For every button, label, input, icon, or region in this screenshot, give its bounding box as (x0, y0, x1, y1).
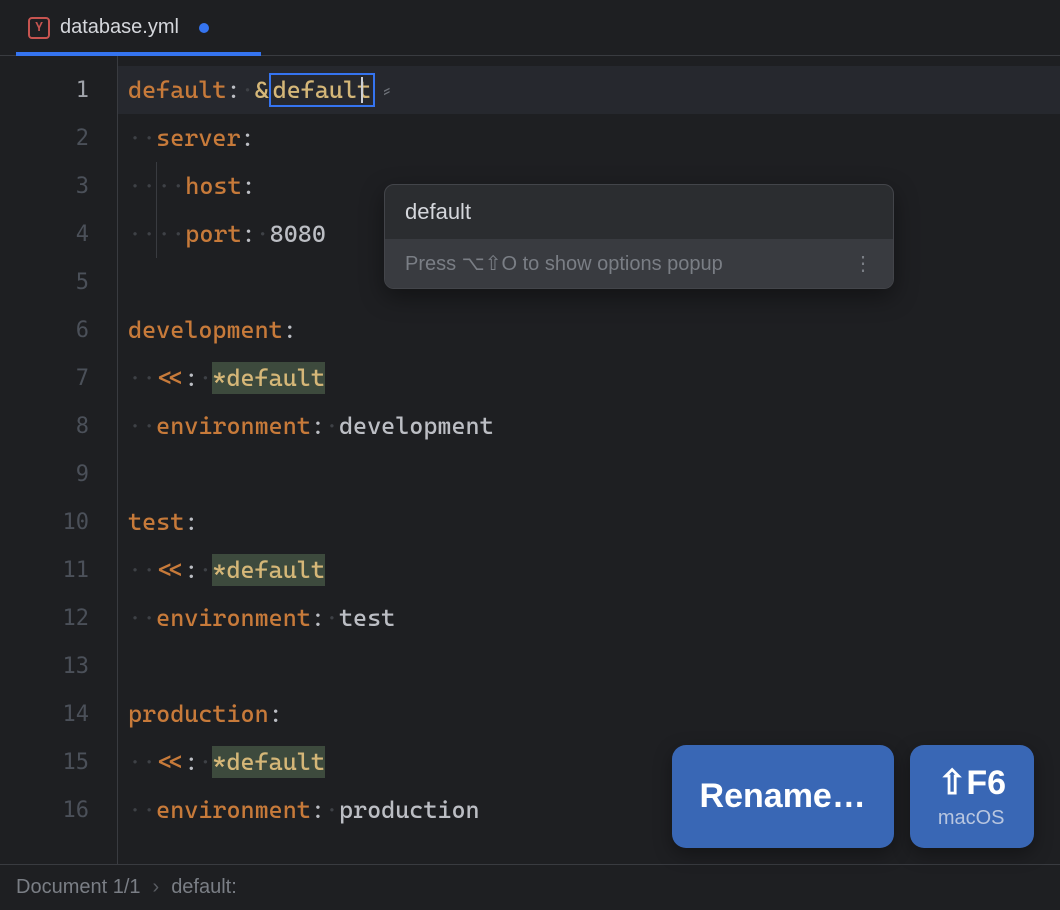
yaml-key: host (185, 172, 241, 200)
code-line[interactable]: ··environment:·test (118, 594, 1060, 642)
tab-bar: Y database.yml (0, 0, 1060, 56)
line-number[interactable]: 2 (0, 114, 117, 162)
yaml-key: production (128, 700, 269, 728)
yaml-anchor-op: & (255, 76, 269, 104)
line-number[interactable]: 4 (0, 210, 117, 258)
yaml-alias-name: default (226, 748, 324, 776)
code-line[interactable] (118, 642, 1060, 690)
line-number[interactable]: 12 (0, 594, 117, 642)
line-number[interactable]: 11 (0, 546, 117, 594)
shortcut-badges: Rename… ⇧F6 macOS (672, 745, 1034, 848)
yaml-value: 8080 (270, 220, 326, 248)
popup-hint-text: Press ⌥⇧O to show options popup (405, 251, 723, 276)
yaml-key: port (185, 220, 241, 248)
modified-indicator-icon (199, 23, 209, 33)
yaml-alias-name: default (226, 364, 324, 392)
file-tab[interactable]: Y database.yml (16, 0, 221, 55)
yaml-key: environment (156, 604, 311, 632)
code-line[interactable]: production: (118, 690, 1060, 738)
breadcrumb-path[interactable]: default: (171, 876, 237, 899)
yaml-key: environment (156, 796, 311, 824)
yaml-key: default (128, 76, 226, 104)
line-number[interactable]: 7 (0, 354, 117, 402)
yaml-alias-name: default (226, 556, 324, 584)
yaml-key: server (156, 124, 240, 152)
code-line[interactable]: ··environment:·development (118, 402, 1060, 450)
yaml-key: test (128, 508, 184, 536)
line-number[interactable]: 15 (0, 738, 117, 786)
code-line[interactable]: default:·&default⸗ (118, 66, 1060, 114)
code-line[interactable]: test: (118, 498, 1060, 546)
gear-icon[interactable]: ⸗ (383, 77, 390, 103)
chevron-right-icon: › (153, 876, 160, 899)
line-number[interactable]: 10 (0, 498, 117, 546)
text-cursor (361, 77, 363, 103)
code-line[interactable] (118, 450, 1060, 498)
code-area[interactable]: default:·&default⸗ ··server: ····host: ·… (118, 56, 1060, 864)
editor: 1 2 3 4 5 6 7 8 9 10 11 12 13 14 15 16 d… (0, 56, 1060, 864)
line-number[interactable]: 3 (0, 162, 117, 210)
badge-platform: macOS (938, 807, 1005, 830)
popup-suggestion[interactable]: default (385, 185, 893, 239)
more-options-icon[interactable]: ⋮ (853, 262, 873, 266)
yaml-merge: << (156, 364, 184, 392)
badge-label: Rename… (700, 777, 866, 816)
yaml-file-icon: Y (28, 17, 50, 39)
badge-shortcut: ⇧F6 (938, 763, 1006, 803)
yaml-anchor-name: default (273, 76, 371, 104)
yaml-merge: << (156, 556, 184, 584)
line-number[interactable]: 13 (0, 642, 117, 690)
code-line[interactable]: ··<<:·*default (118, 546, 1060, 594)
rename-badge: Rename… (672, 745, 894, 848)
tab-filename: database.yml (60, 16, 179, 39)
breadcrumb: Document 1/1 › default: (0, 864, 1060, 910)
code-line[interactable]: ··<<:·*default (118, 354, 1060, 402)
shortcut-badge: ⇧F6 macOS (910, 745, 1034, 848)
line-number[interactable]: 5 (0, 258, 117, 306)
rename-input[interactable]: default (269, 73, 375, 107)
yaml-alias-op: * (212, 748, 226, 776)
line-number[interactable]: 16 (0, 786, 117, 834)
rename-popup: default Press ⌥⇧O to show options popup … (384, 184, 894, 289)
gutter: 1 2 3 4 5 6 7 8 9 10 11 12 13 14 15 16 (0, 56, 118, 864)
yaml-alias-op: * (212, 364, 226, 392)
yaml-key: development (128, 316, 283, 344)
line-number[interactable]: 9 (0, 450, 117, 498)
yaml-merge: << (156, 748, 184, 776)
yaml-key: environment (156, 412, 311, 440)
code-line[interactable]: ··server: (118, 114, 1060, 162)
line-number[interactable]: 8 (0, 402, 117, 450)
line-number[interactable]: 1 (0, 66, 117, 114)
code-line[interactable]: development: (118, 306, 1060, 354)
breadcrumb-doc[interactable]: Document 1/1 (16, 876, 141, 899)
line-number[interactable]: 6 (0, 306, 117, 354)
yaml-value: production (339, 796, 480, 824)
yaml-value: test (339, 604, 395, 632)
yaml-value: development (339, 412, 494, 440)
yaml-alias-op: * (212, 556, 226, 584)
line-number[interactable]: 14 (0, 690, 117, 738)
popup-hint-bar: Press ⌥⇧O to show options popup ⋮ (385, 239, 893, 288)
